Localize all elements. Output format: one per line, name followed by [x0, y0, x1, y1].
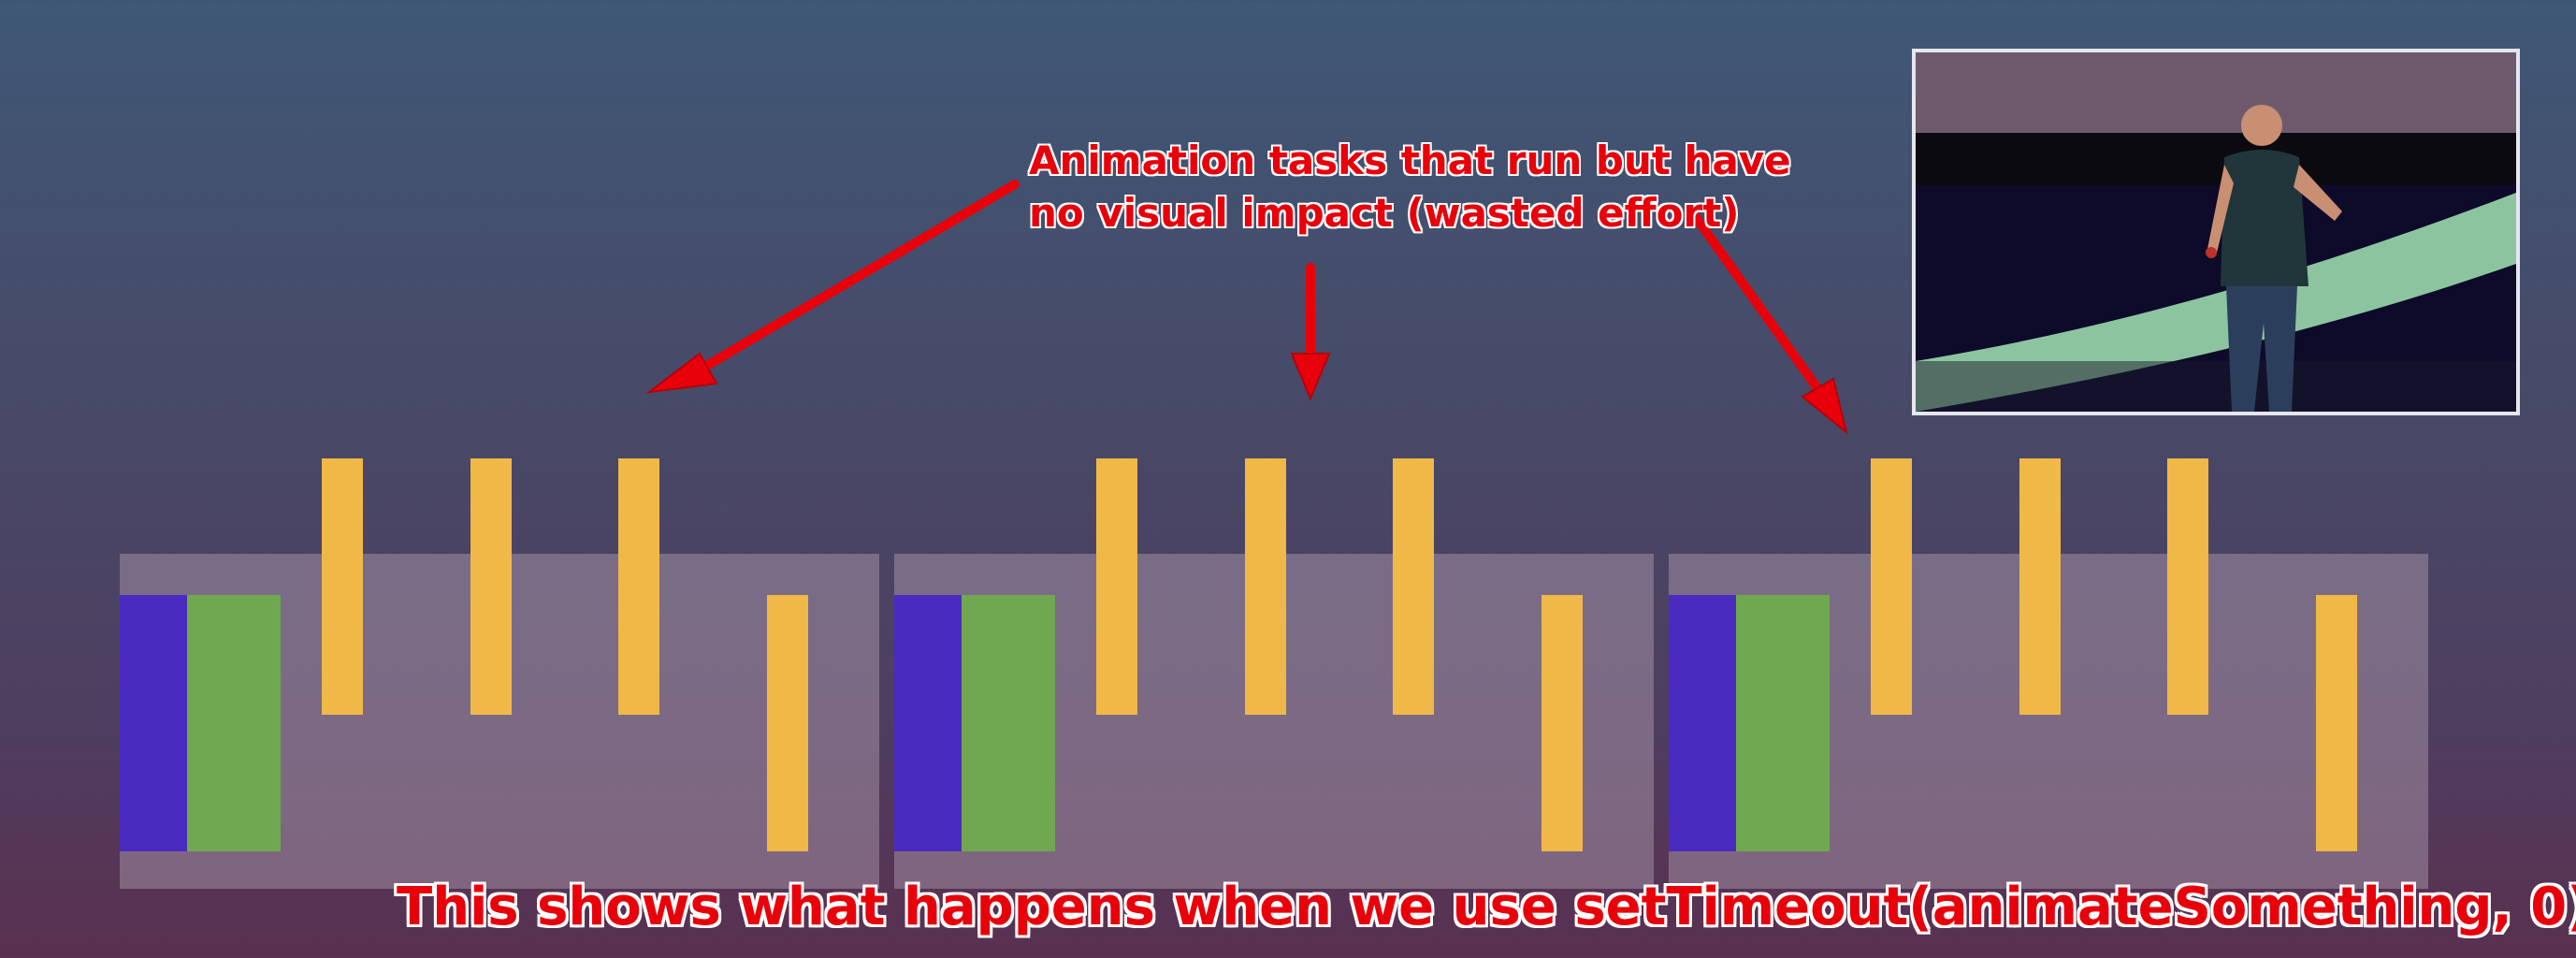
arrow-middle	[1290, 263, 1331, 401]
animation-task-wasted	[1096, 458, 1137, 715]
slide-caption: This shows what happens when we use setT…	[397, 877, 2576, 937]
frame-1	[120, 458, 879, 889]
animation-task-wasted	[1871, 458, 1912, 715]
animation-task-wasted	[1393, 458, 1434, 715]
paint-task	[187, 595, 281, 851]
arrow-left	[645, 180, 1020, 394]
frame-2	[894, 458, 1654, 889]
animation-task-wasted	[322, 458, 363, 715]
paint-task	[962, 595, 1055, 851]
animation-task-wasted	[2167, 458, 2208, 715]
style-layout-task	[120, 595, 187, 851]
wasted-effort-annotation: Animation tasks that run but have no vis…	[1029, 135, 1791, 240]
paint-task	[1736, 595, 1830, 851]
speaker-video-frame	[1916, 52, 2516, 412]
frame-3	[1669, 458, 2428, 889]
annotation-line-1: Animation tasks that run but have	[1029, 138, 1791, 183]
animation-task-wasted	[1245, 458, 1286, 715]
animation-task	[767, 595, 808, 851]
annotation-line-2: no visual impact (wasted effort)	[1029, 190, 1740, 236]
style-layout-task	[894, 595, 962, 851]
animation-task-wasted	[470, 458, 512, 715]
style-layout-task	[1669, 595, 1736, 851]
speaker-video	[1912, 49, 2520, 415]
arrow-right	[1688, 209, 1848, 435]
animation-task	[2316, 595, 2357, 851]
animation-task	[1541, 595, 1583, 851]
animation-task-wasted	[618, 458, 659, 715]
animation-task-wasted	[2019, 458, 2061, 715]
